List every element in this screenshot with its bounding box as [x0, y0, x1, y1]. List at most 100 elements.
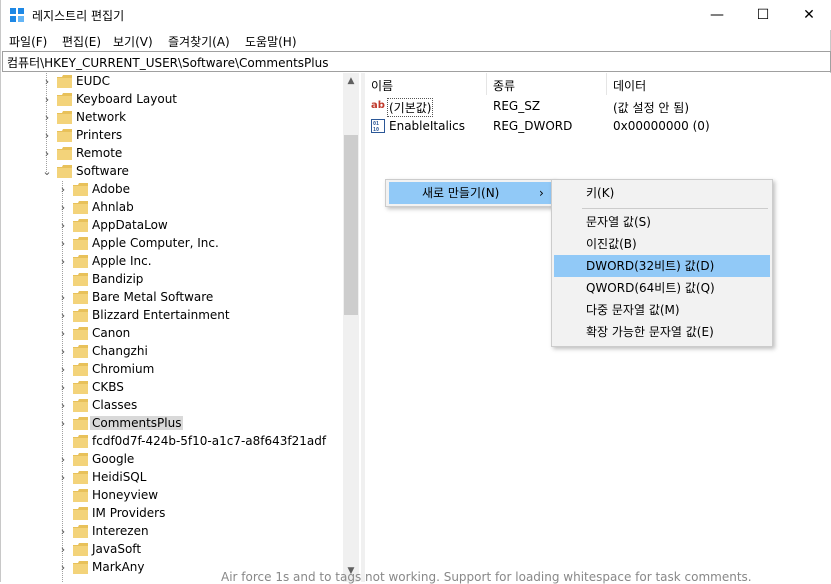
column-header-name[interactable]: 이름	[365, 73, 487, 95]
chevron-right-icon[interactable]: ›	[57, 523, 69, 541]
tree-item-label: HeidiSQL	[92, 470, 147, 484]
tree-item[interactable]: › Changzhi	[57, 343, 347, 361]
chevron-right-icon: ›	[539, 186, 544, 200]
tree-item[interactable]: › Google	[57, 451, 347, 469]
menu-file[interactable]: 파일(F)	[9, 33, 47, 50]
chevron-right-icon[interactable]: ›	[57, 325, 69, 343]
value-row[interactable]: ab (기본값) REG_SZ (값 설정 안 됨)	[365, 97, 831, 117]
menu-item-new-binary[interactable]: 이진값(B)	[554, 233, 770, 255]
menu-item-new-dword[interactable]: DWORD(32비트) 값(D)	[554, 255, 770, 277]
key-tree-pane[interactable]: › EUDC › Keyboard Layout › Network › Pri…	[1, 73, 359, 582]
tree-scrollbar[interactable]: ▲ ▼	[343, 73, 359, 582]
menu-view[interactable]: 보기(V)	[113, 33, 153, 50]
folder-icon	[73, 435, 88, 448]
tree-item[interactable]: › Remote	[41, 145, 341, 163]
chevron-right-icon[interactable]: ›	[57, 469, 69, 487]
column-header-data[interactable]: 데이터	[607, 73, 831, 95]
tree-item[interactable]: › Ahnlab	[57, 199, 347, 217]
tree-item-label: MarkAny	[92, 560, 145, 574]
chevron-right-icon[interactable]: ›	[57, 361, 69, 379]
maximize-button[interactable]: ☐	[740, 0, 786, 30]
menu-item-label: 이진값(B)	[586, 237, 637, 251]
chevron-right-icon[interactable]: ›	[57, 199, 69, 217]
menu-edit[interactable]: 편집(E)	[62, 33, 101, 50]
minimize-button[interactable]: —	[694, 0, 740, 30]
menu-item-new-expandable-string[interactable]: 확장 가능한 문자열 값(E)	[554, 321, 770, 343]
folder-icon	[73, 363, 88, 376]
menu-item-new-key[interactable]: 키(K)	[554, 182, 770, 204]
minimize-icon: —	[710, 7, 724, 23]
chevron-right-icon[interactable]: ›	[57, 541, 69, 559]
tree-item[interactable]: › Interezen	[57, 523, 347, 541]
scroll-up-icon[interactable]: ▲	[343, 73, 359, 89]
scrollbar-thumb[interactable]	[344, 135, 358, 315]
tree-item[interactable]: › CommentsPlus	[57, 415, 347, 433]
folder-icon	[73, 291, 88, 304]
value-type: REG_SZ	[493, 99, 541, 113]
chevron-right-icon[interactable]: ›	[41, 145, 53, 163]
tree-item-software[interactable]: ⌄ Software	[41, 163, 341, 181]
tree-item-label: Canon	[92, 326, 131, 340]
menu-item-new-multi-string[interactable]: 다중 문자열 값(M)	[554, 299, 770, 321]
menu-favorites[interactable]: 즐겨찾기(A)	[168, 33, 230, 50]
chevron-right-icon[interactable]: ›	[57, 379, 69, 397]
tree-item-label: Apple Inc.	[92, 254, 152, 268]
tree-item[interactable]: › Apple Computer, Inc.	[57, 235, 347, 253]
tree-item[interactable]: › Chromium	[57, 361, 347, 379]
chevron-right-icon[interactable]: ›	[57, 343, 69, 361]
tree-item[interactable]: Bandizip	[57, 271, 347, 289]
folder-icon	[57, 93, 72, 106]
menu-item-new-label: 새로 만들기(N)	[422, 186, 500, 200]
chevron-right-icon[interactable]: ›	[57, 181, 69, 199]
folder-icon	[73, 561, 88, 574]
tree-item-label: Software	[76, 164, 129, 178]
new-submenu: 키(K) 문자열 값(S) 이진값(B) DWORD(32비트) 값(D) QW…	[551, 179, 773, 347]
chevron-right-icon[interactable]: ›	[41, 109, 53, 127]
tree-item[interactable]: › Network	[41, 109, 341, 127]
folder-icon	[57, 75, 72, 88]
context-menu: 새로 만들기(N) ›	[385, 179, 555, 207]
tree-item[interactable]: › HeidiSQL	[57, 469, 347, 487]
chevron-right-icon[interactable]: ›	[57, 235, 69, 253]
tree-item[interactable]: › Apple Inc.	[57, 253, 347, 271]
tree-item[interactable]: › Blizzard Entertainment	[57, 307, 347, 325]
chevron-right-icon[interactable]: ›	[57, 397, 69, 415]
chevron-right-icon[interactable]: ›	[57, 415, 69, 433]
title-bar[interactable]: 레지스트리 편집기 — ☐ ✕	[1, 0, 831, 30]
tree-item[interactable]: fcdf0d7f-424b-5f10-a1c7-a8f643f21adf	[57, 433, 347, 451]
chevron-right-icon[interactable]: ›	[57, 217, 69, 235]
tree-item[interactable]: Honeyview	[57, 487, 347, 505]
chevron-right-icon[interactable]: ›	[41, 73, 53, 91]
tree-item[interactable]: › Keyboard Layout	[41, 91, 341, 109]
chevron-right-icon[interactable]: ›	[41, 127, 53, 145]
chevron-right-icon[interactable]: ›	[57, 253, 69, 271]
tree-item-label: Apple Computer, Inc.	[92, 236, 219, 250]
value-row[interactable]: 01 10 EnableItalics REG_DWORD 0x00000000…	[365, 117, 831, 137]
tree-item[interactable]: › Printers	[41, 127, 341, 145]
address-path[interactable]: 컴퓨터\HKEY_CURRENT_USER\Software\CommentsP…	[7, 54, 328, 71]
tree-item[interactable]: › Canon	[57, 325, 347, 343]
folder-icon	[73, 399, 88, 412]
tree-item[interactable]: IM Providers	[57, 505, 347, 523]
chevron-down-icon[interactable]: ⌄	[41, 163, 53, 181]
tree-item[interactable]: › AppDataLow	[57, 217, 347, 235]
chevron-right-icon[interactable]: ›	[41, 91, 53, 109]
close-button[interactable]: ✕	[786, 0, 831, 30]
menu-help[interactable]: 도움말(H)	[245, 33, 297, 50]
chevron-right-icon[interactable]: ›	[57, 307, 69, 325]
menu-item-new-string[interactable]: 문자열 값(S)	[554, 211, 770, 233]
tree-item-label: AppDataLow	[92, 218, 168, 232]
address-bar[interactable]: 컴퓨터\HKEY_CURRENT_USER\Software\CommentsP…	[2, 51, 831, 72]
column-header-type[interactable]: 종류	[487, 73, 607, 95]
tree-item[interactable]: › CKBS	[57, 379, 347, 397]
tree-item[interactable]: › EUDC	[41, 73, 341, 91]
chevron-right-icon[interactable]: ›	[57, 289, 69, 307]
tree-item[interactable]: › Bare Metal Software	[57, 289, 347, 307]
tree-item[interactable]: › JavaSoft	[57, 541, 347, 559]
tree-item[interactable]: › Adobe	[57, 181, 347, 199]
menu-item-new-qword[interactable]: QWORD(64비트) 값(Q)	[554, 277, 770, 299]
chevron-right-icon[interactable]: ›	[57, 451, 69, 469]
menu-item-new[interactable]: 새로 만들기(N) ›	[389, 182, 551, 204]
tree-item[interactable]: › Classes	[57, 397, 347, 415]
chevron-right-icon[interactable]: ›	[57, 559, 69, 577]
